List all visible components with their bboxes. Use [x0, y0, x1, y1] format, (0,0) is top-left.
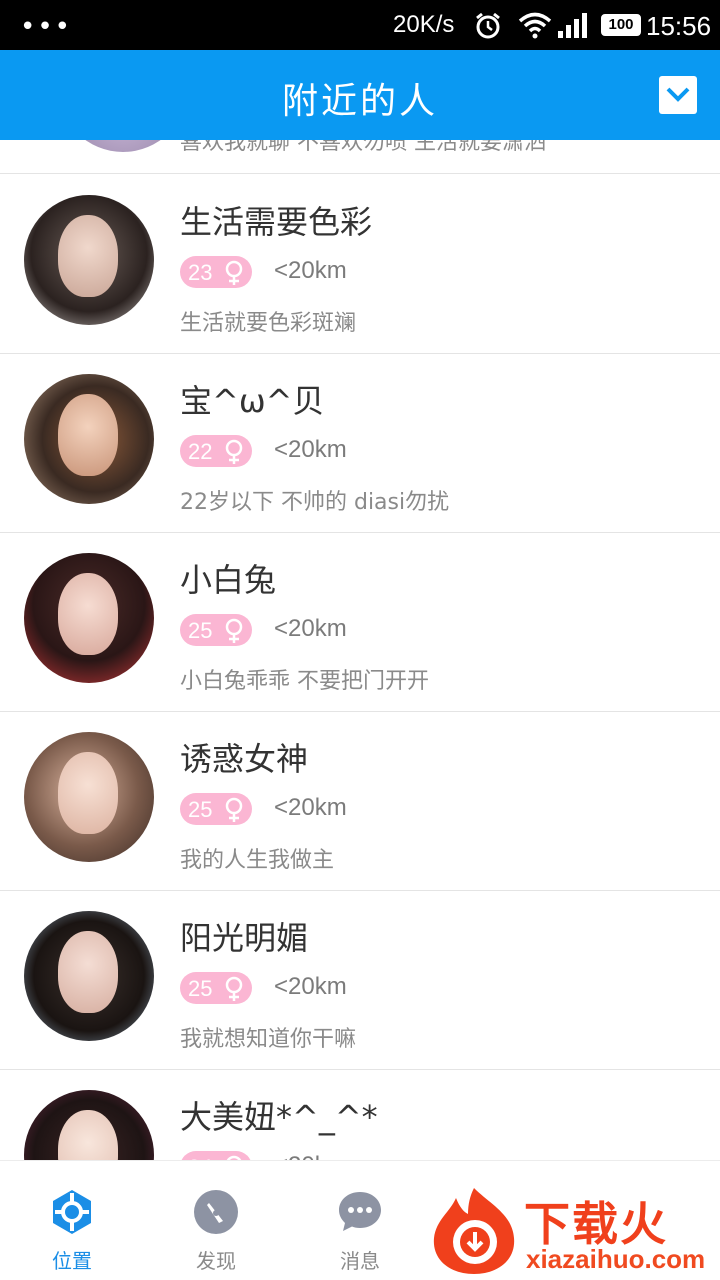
list-item[interactable]: 诱惑女神 25 <20km 我的人生我做主 — [0, 712, 720, 891]
nav-location-label: 位置 — [52, 1249, 92, 1273]
female-icon — [225, 260, 243, 285]
list-item[interactable]: 宝^ω^贝 22 <20km 22岁以下 不帅的 diasi勿扰 — [0, 354, 720, 533]
user-signature: 22岁以下 不帅的 diasi勿扰 — [180, 490, 450, 515]
age-gender-badge: 24 — [180, 1151, 252, 1160]
female-icon — [225, 797, 243, 822]
avatar — [24, 553, 154, 683]
avatar — [24, 1090, 154, 1160]
nav-location[interactable]: 位置 — [0, 1161, 144, 1280]
list-item[interactable]: 阳光明媚 25 <20km 我就想知道你干嘛 — [0, 891, 720, 1070]
female-icon — [225, 618, 243, 643]
user-name: 阳光明媚 — [180, 919, 309, 957]
battery-icon: 100 — [601, 14, 641, 36]
female-icon — [225, 976, 243, 1001]
user-signature: 喜欢我就聊 不喜欢勿喷 生活就要潇洒 — [180, 140, 546, 155]
user-name: 小白兔 — [180, 561, 277, 599]
age-gender-badge: 23 — [180, 256, 252, 288]
signal-icon — [558, 13, 587, 38]
wifi-icon — [518, 12, 552, 39]
user-name: 诱惑女神 — [180, 740, 309, 778]
overflow-dots: ••• — [20, 12, 73, 42]
filter-dropdown-button[interactable] — [659, 76, 697, 114]
avatar — [24, 911, 154, 1041]
age-value: 25 — [188, 797, 213, 822]
age-gender-badge: 25 — [180, 972, 252, 1004]
list-item[interactable]: 生活需要色彩 23 <20km 生活就要色彩斑斓 — [0, 175, 720, 354]
female-icon — [225, 439, 243, 464]
avatar — [24, 195, 154, 325]
compass-icon — [194, 1190, 238, 1234]
distance: <20km — [274, 1152, 347, 1160]
user-name: 生活需要色彩 — [180, 203, 373, 241]
clock: 15:56 — [646, 11, 712, 41]
chevron-down-icon — [666, 87, 690, 102]
user-signature: 生活就要色彩斑斓 — [180, 311, 357, 336]
chat-bubble-icon — [339, 1192, 381, 1231]
status-bar: ••• 20K/s 100 15:56 — [0, 0, 720, 50]
distance: <20km — [274, 257, 347, 284]
nav-messages-label: 消息 — [340, 1249, 380, 1273]
page-title: 附近的人 — [281, 81, 438, 122]
age-value: 25 — [188, 618, 213, 643]
location-icon — [53, 1190, 91, 1234]
user-name: 大美妞*^_^* — [180, 1098, 378, 1136]
user-name: 宝^ω^贝 — [180, 382, 325, 420]
avatar — [24, 732, 154, 862]
age-value: 23 — [188, 260, 213, 285]
nav-discover[interactable]: 发现 — [144, 1161, 288, 1280]
nearby-people-list[interactable]: 喜欢我就聊 不喜欢勿喷 生活就要潇洒 生活需要色彩 23 <20km 生活就要色… — [0, 140, 720, 1160]
network-speed: 20K/s — [393, 11, 455, 38]
avatar — [58, 140, 188, 152]
user-signature: 我就想知道你干嘛 — [180, 1027, 357, 1052]
avatar — [24, 374, 154, 504]
watermark-url: xiazaihuo.com — [526, 1244, 706, 1274]
alarm-icon — [476, 12, 500, 39]
user-signature: 小白兔乖乖 不要把门开开 — [180, 669, 429, 694]
list-item[interactable]: 小白兔 25 <20km 小白兔乖乖 不要把门开开 — [0, 533, 720, 712]
age-gender-badge: 22 — [180, 435, 252, 467]
nav-discover-label: 发现 — [196, 1249, 236, 1273]
age-value: 25 — [188, 976, 213, 1001]
list-item[interactable]: 大美妞*^_^* 24 <20km — [0, 1070, 720, 1160]
distance: <20km — [274, 436, 347, 463]
nav-messages[interactable]: 消息 — [288, 1161, 432, 1280]
list-item[interactable]: 喜欢我就聊 不喜欢勿喷 生活就要潇洒 — [0, 140, 720, 174]
age-gender-badge: 25 — [180, 793, 252, 825]
distance: <20km — [274, 794, 347, 821]
watermark: 下载火 xiazaihuo.com — [424, 1180, 720, 1280]
distance: <20km — [274, 615, 347, 642]
age-gender-badge: 25 — [180, 614, 252, 646]
title-bar: 附近的人 — [0, 50, 720, 140]
flame-logo-icon — [433, 1188, 515, 1274]
user-signature: 我的人生我做主 — [180, 848, 335, 873]
distance: <20km — [274, 973, 347, 1000]
age-value: 22 — [188, 439, 213, 464]
